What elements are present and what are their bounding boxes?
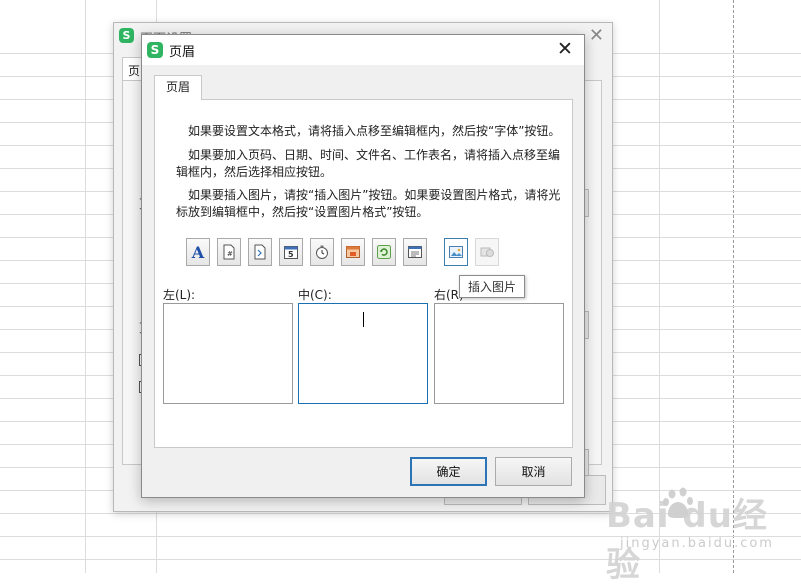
total-pages-button[interactable]: [248, 238, 272, 266]
center-section-input[interactable]: [298, 303, 428, 404]
page-number-icon: #: [223, 244, 235, 260]
baidu-watermark-url: jingyan.baidu.com: [620, 536, 774, 551]
dialog-title: 页眉: [169, 45, 196, 60]
instruction-font: 如果要设置文本格式，请将插入点移至编辑框内，然后按“字体”按钮。: [188, 124, 561, 138]
tab-header[interactable]: 页眉: [154, 75, 202, 100]
baidu-paw-icon: [663, 487, 693, 518]
left-section-label: 左(L):: [163, 288, 196, 302]
wps-logo-icon: S: [147, 42, 163, 58]
refresh-file-icon: [377, 245, 391, 259]
cancel-button[interactable]: 取消: [495, 457, 572, 486]
insert-picture-tooltip: 插入图片: [459, 275, 526, 298]
insert-picture-button[interactable]: [444, 238, 468, 266]
instruction-picture: 如果要插入图片，请按“插入图片”按钮。如果要设置图片格式，请将光标放到编辑框中，…: [176, 188, 561, 219]
file-name-button[interactable]: [372, 238, 396, 266]
file-path-button[interactable]: [341, 238, 365, 266]
svg-text:5: 5: [288, 250, 294, 259]
time-button[interactable]: [310, 238, 334, 266]
format-picture-button[interactable]: [475, 238, 499, 266]
total-pages-icon: [254, 244, 266, 260]
close-icon[interactable]: ✕: [554, 38, 576, 60]
page-setup-close-icon[interactable]: ✕: [589, 25, 604, 46]
wps-logo-icon: S: [119, 28, 134, 43]
clock-icon: [316, 245, 328, 259]
ok-button[interactable]: 确定: [410, 457, 487, 486]
folder-path-icon: [346, 246, 360, 258]
page-number-button[interactable]: #: [217, 238, 241, 266]
left-section-input[interactable]: [163, 303, 293, 404]
picture-icon: [449, 246, 463, 258]
header-dialog: S 页眉 ✕ 页眉 如果要设置文本格式，请将插入点移至编辑框内，然后按“字体”按…: [141, 34, 585, 498]
dialog-titlebar: S 页眉 ✕: [142, 35, 584, 65]
date-button[interactable]: 5: [279, 238, 303, 266]
font-button[interactable]: A: [186, 238, 210, 266]
right-section-input[interactable]: [434, 303, 564, 404]
sheet-name-button[interactable]: [403, 238, 427, 266]
svg-text:#: #: [227, 250, 233, 258]
sheet-name-icon: [408, 246, 422, 258]
date-icon: 5: [284, 246, 298, 259]
header-panel: 如果要设置文本格式，请将插入点移至编辑框内，然后按“字体”按钮。 如果要加入页码…: [154, 99, 573, 448]
font-icon: A: [191, 242, 205, 262]
text-caret: [363, 312, 364, 327]
center-section-label: 中(C):: [298, 288, 332, 302]
instruction-fields: 如果要加入页码、日期、时间、文件名、工作表名，请将插入点移至编辑框内，然后选择相…: [176, 148, 561, 179]
format-picture-icon: [480, 247, 494, 257]
